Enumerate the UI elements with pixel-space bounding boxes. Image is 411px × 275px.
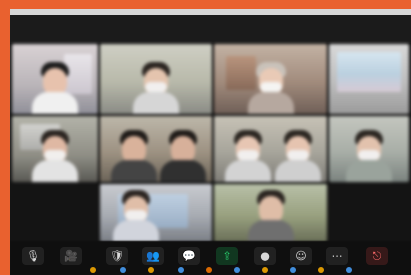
shirt: [133, 92, 179, 114]
participant-person-8: [346, 130, 392, 182]
participant-tile-9[interactable]: [100, 184, 212, 242]
share-screen-icon: ⇪: [222, 249, 232, 262]
top-black-bar: [10, 15, 411, 43]
face-mask: [124, 210, 147, 220]
face-mask: [145, 82, 167, 92]
orange-border-frame: 🎙 🎥 🛡 👥 💬 ⇪ ● ☺ ⋯ ⎋: [0, 0, 411, 275]
more-button[interactable]: ⋯: [326, 247, 348, 265]
face-mask: [259, 82, 282, 92]
participant-person-6b: [159, 130, 206, 182]
participants-icon: 👥: [146, 249, 160, 262]
status-dot-9: [318, 267, 324, 273]
participant-tile-8[interactable]: [329, 116, 409, 182]
participant-video-grid: [12, 44, 409, 244]
participant-person-2: [133, 62, 179, 114]
meeting-controls: 🎙 🎥 🛡 👥 💬 ⇪ ● ☺ ⋯ ⎋: [10, 241, 411, 275]
face-mask: [44, 150, 66, 160]
status-dot-6: [234, 267, 240, 273]
participant-person-10: [247, 190, 294, 242]
video-call-window: 🎙 🎥 🛡 👥 💬 ⇪ ● ☺ ⋯ ⎋: [10, 9, 411, 275]
status-dot-4: [178, 267, 184, 273]
participant-person-1: [32, 62, 78, 114]
face-mask: [236, 150, 259, 160]
shirt: [247, 220, 294, 242]
shirt: [224, 160, 271, 182]
participant-tile-1[interactable]: [12, 44, 98, 114]
status-dot-2: [120, 267, 126, 273]
participant-tile-4[interactable]: [329, 44, 409, 114]
record-button[interactable]: ●: [254, 247, 276, 265]
record-icon: ●: [260, 249, 270, 262]
shirt: [346, 160, 392, 182]
reactions-icon: ☺: [295, 249, 307, 262]
status-dot-3: [148, 267, 154, 273]
reactions-button[interactable]: ☺: [290, 247, 312, 265]
shirt: [32, 92, 78, 114]
mic-icon: 🎙: [26, 249, 40, 262]
shirt: [32, 160, 78, 182]
participant-person-7b: [274, 130, 321, 182]
participants-button[interactable]: 👥: [142, 247, 164, 265]
mic-button[interactable]: 🎙: [22, 247, 44, 265]
background-window: [337, 52, 401, 92]
share-screen-button[interactable]: ⇪: [216, 247, 238, 265]
participant-person-7: [224, 130, 271, 182]
end-meeting-button[interactable]: ⎋: [366, 247, 388, 265]
end-meeting-icon: ⎋: [372, 249, 382, 262]
toolbar-status-dots: [38, 265, 398, 273]
status-dot-10: [346, 267, 352, 273]
status-dot-5: [206, 267, 212, 273]
participant-person-3: [247, 62, 294, 114]
shirt: [112, 220, 159, 242]
shirt: [247, 92, 294, 114]
participant-tile-5[interactable]: [12, 116, 98, 182]
video-icon: 🎥: [64, 249, 78, 262]
video-button[interactable]: 🎥: [60, 247, 82, 265]
participant-tile-10[interactable]: [214, 184, 327, 242]
shirt: [110, 160, 157, 182]
more-icon: ⋯: [331, 249, 343, 262]
security-icon: 🛡: [110, 249, 124, 262]
participant-tile-3[interactable]: [214, 44, 327, 114]
face-mask: [286, 150, 309, 160]
security-button[interactable]: 🛡: [106, 247, 128, 265]
face-mask: [358, 150, 380, 160]
participant-person-5: [32, 130, 78, 182]
participant-person-9: [112, 190, 159, 242]
status-dot-8: [290, 267, 296, 273]
participant-tile-6[interactable]: [100, 116, 212, 182]
participant-tile-2[interactable]: [100, 44, 212, 114]
participant-person-6: [110, 130, 157, 182]
shirt: [159, 160, 206, 182]
chat-button[interactable]: 💬: [178, 247, 200, 265]
shirt: [274, 160, 321, 182]
status-dot-1: [90, 267, 96, 273]
participant-tile-7[interactable]: [214, 116, 327, 182]
status-dot-7: [262, 267, 268, 273]
chat-icon: 💬: [182, 249, 196, 262]
